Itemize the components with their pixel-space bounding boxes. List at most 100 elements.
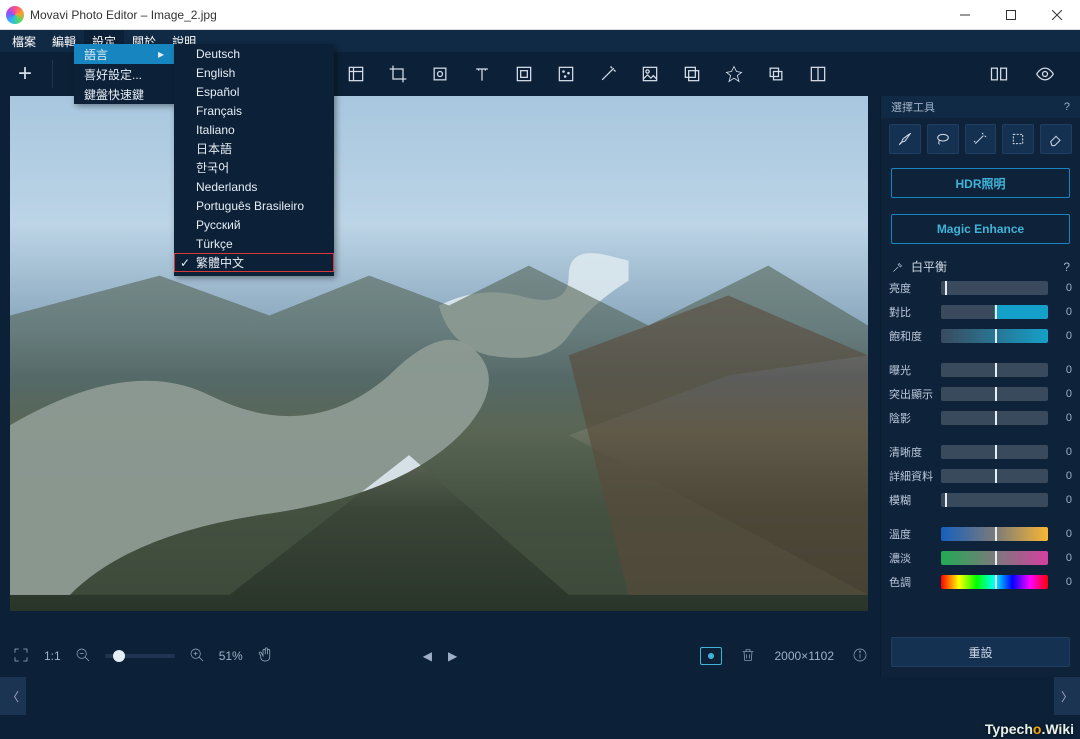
fit-screen-icon[interactable]	[12, 646, 30, 667]
slider-label: 亮度	[889, 280, 935, 296]
language-option[interactable]: Nederlands	[174, 177, 334, 196]
slider-row[interactable]: 陰影0	[889, 407, 1072, 429]
slider-value: 0	[1054, 470, 1072, 482]
language-option[interactable]: Français	[174, 101, 334, 120]
slider-row[interactable]: 對比0	[889, 301, 1072, 323]
white-balance-label: 白平衡	[911, 258, 947, 275]
prev-image-icon[interactable]: ◀	[423, 649, 432, 663]
tool-image-icon[interactable]	[631, 55, 669, 93]
zoom-out-icon[interactable]	[75, 647, 91, 666]
slider-track[interactable]	[941, 445, 1048, 459]
slider-row[interactable]: 清晰度0	[889, 441, 1072, 463]
slider-value: 0	[1054, 306, 1072, 318]
slider-label: 色調	[889, 574, 935, 590]
pager-next[interactable]: 〉	[1054, 677, 1080, 715]
menu-file[interactable]: 檔案	[4, 30, 44, 52]
tool-brush[interactable]	[889, 124, 921, 154]
language-option[interactable]: ✓繁體中文	[174, 253, 334, 272]
slider-row[interactable]: 模糊0	[889, 489, 1072, 511]
title-bar: Movavi Photo Editor – Image_2.jpg	[0, 0, 1080, 30]
tool-eraser[interactable]	[1040, 124, 1072, 154]
slider-value: 0	[1054, 330, 1072, 342]
reset-button[interactable]: 重設	[891, 637, 1070, 667]
zoom-in-icon[interactable]	[189, 647, 205, 666]
maximize-button[interactable]	[988, 0, 1034, 30]
tool-magic-icon[interactable]	[589, 55, 627, 93]
next-image-icon[interactable]: ▶	[448, 649, 457, 663]
slider-track[interactable]	[941, 527, 1048, 541]
slider-row[interactable]: 飽和度0	[889, 325, 1072, 347]
menu-item-language[interactable]: 語言▸	[74, 44, 174, 64]
add-button[interactable]: +	[6, 55, 44, 93]
tool-copy-icon[interactable]	[673, 55, 711, 93]
language-option[interactable]: Русский	[174, 215, 334, 234]
tool-text-icon[interactable]	[463, 55, 501, 93]
slider-track[interactable]	[941, 329, 1048, 343]
tool-lasso[interactable]	[927, 124, 959, 154]
slider-row[interactable]: 曝光0	[889, 359, 1072, 381]
slider-track[interactable]	[941, 551, 1048, 565]
slider-row[interactable]: 色調 0	[889, 571, 1072, 593]
language-option[interactable]: Italiano	[174, 120, 334, 139]
slider-row[interactable]: 突出顯示0	[889, 383, 1072, 405]
language-option[interactable]: Türkçe	[174, 234, 334, 253]
help-icon[interactable]: ?	[1064, 101, 1070, 113]
language-submenu: DeutschEnglishEspañolFrançaisItaliano日本語…	[174, 44, 334, 276]
slider-track[interactable]	[941, 281, 1048, 295]
slider-row[interactable]: 濃淡0	[889, 547, 1072, 569]
slider-row[interactable]: 詳細資料 0	[889, 465, 1072, 487]
slider-value: 0	[1054, 282, 1072, 294]
zoom-slider[interactable]	[105, 654, 175, 658]
menu-item-preferences[interactable]: 喜好設定...	[74, 64, 174, 84]
menu-item-shortcuts[interactable]: 鍵盤快速鍵	[74, 84, 174, 104]
hdr-button[interactable]: HDR照明	[891, 168, 1070, 198]
pager-prev[interactable]: 〈	[0, 677, 26, 715]
help-icon[interactable]: ?	[1063, 260, 1070, 274]
language-option[interactable]: Português Brasileiro	[174, 196, 334, 215]
workspace	[0, 96, 880, 635]
language-option[interactable]: 日本語	[174, 139, 334, 158]
slider-track[interactable]	[941, 363, 1048, 377]
language-option[interactable]: Español	[174, 82, 334, 101]
tool-pin-icon[interactable]	[715, 55, 753, 93]
slider-track[interactable]	[941, 469, 1048, 483]
thumbnail-view-icon[interactable]	[700, 647, 722, 665]
tool-split-icon[interactable]	[799, 55, 837, 93]
tool-marquee[interactable]	[1002, 124, 1034, 154]
tool-resize-icon[interactable]	[337, 55, 375, 93]
pan-hand-icon[interactable]	[257, 646, 275, 667]
language-option[interactable]: Deutsch	[174, 44, 334, 63]
slider-row[interactable]: 溫度0	[889, 523, 1072, 545]
tool-crop-icon[interactable]	[379, 55, 417, 93]
slider-track[interactable]	[941, 387, 1048, 401]
tool-wand[interactable]	[965, 124, 997, 154]
slider-track[interactable]	[941, 305, 1048, 319]
tool-frame-icon[interactable]	[505, 55, 543, 93]
delete-icon[interactable]	[740, 646, 756, 667]
side-panel: 選擇工具 ? HDR照明 Magic Enhance 白平衡 ? 亮度0對比0飽…	[880, 96, 1080, 677]
zoom-1to1[interactable]: 1:1	[44, 649, 61, 663]
slider-value: 0	[1054, 576, 1072, 588]
magic-enhance-button[interactable]: Magic Enhance	[891, 214, 1070, 244]
slider-value: 0	[1054, 494, 1072, 506]
minimize-button[interactable]	[942, 0, 988, 30]
info-icon[interactable]	[852, 647, 868, 666]
slider-label: 曝光	[889, 362, 935, 378]
image-canvas[interactable]	[10, 96, 868, 611]
tool-rotate-icon[interactable]	[421, 55, 459, 93]
language-option[interactable]: 한국어	[174, 158, 334, 177]
close-button[interactable]	[1034, 0, 1080, 30]
slider-label: 溫度	[889, 526, 935, 542]
slider-track[interactable]	[941, 411, 1048, 425]
tool-layers-icon[interactable]	[757, 55, 795, 93]
slider-track[interactable]	[941, 493, 1048, 507]
slider-label: 陰影	[889, 410, 935, 426]
preview-eye-icon[interactable]	[1026, 55, 1064, 93]
language-option[interactable]: English	[174, 63, 334, 82]
compare-icon[interactable]	[980, 55, 1018, 93]
slider-row[interactable]: 亮度 0	[889, 277, 1072, 299]
slider-track[interactable]	[941, 575, 1048, 589]
slider-label: 詳細資料	[889, 468, 935, 484]
tool-noise-icon[interactable]	[547, 55, 585, 93]
landscape-illustration	[10, 96, 868, 595]
